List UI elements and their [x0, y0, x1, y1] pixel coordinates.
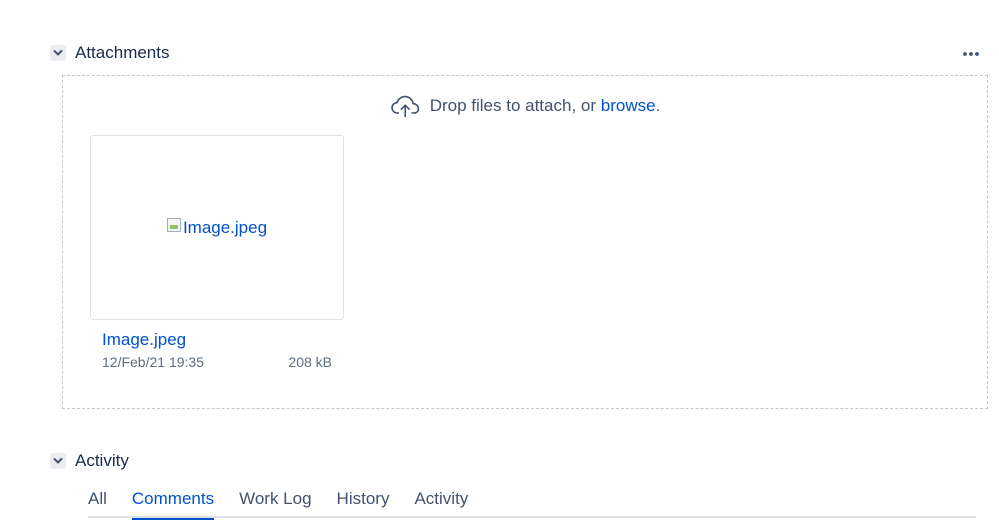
drop-prompt: Drop files to attach, or browse. [63, 94, 987, 118]
activity-section-toggle[interactable]: Activity [50, 451, 129, 471]
activity-tabs: All Comments Work Log History Activity [88, 486, 976, 520]
attachment-date: 12/Feb/21 19:35 [102, 354, 204, 370]
attachment-size: 208 kB [288, 354, 332, 370]
chevron-down-icon [50, 453, 66, 469]
chevron-down-icon [50, 45, 66, 61]
attachments-section-toggle[interactable]: Attachments [50, 43, 170, 63]
attachments-dropzone[interactable]: Drop files to attach, or browse. Image.j… [62, 75, 988, 409]
cloud-upload-icon [390, 94, 422, 118]
broken-image: Image.jpeg [166, 217, 268, 238]
more-horizontal-icon [962, 44, 980, 62]
activity-title: Activity [75, 451, 129, 470]
tab-activity[interactable]: Activity [414, 486, 468, 516]
attachment-meta: 12/Feb/21 19:35 208 kB [102, 354, 332, 370]
attachment-card: Image.jpeg Image.jpeg 12/Feb/21 19:35 20… [90, 135, 346, 370]
attachments-title: Attachments [75, 43, 170, 62]
drop-prompt-trailing: . [655, 96, 661, 115]
browse-link[interactable]: browse [601, 96, 656, 116]
drop-prompt-text: Drop files to attach, or [429, 96, 597, 115]
tab-work-log[interactable]: Work Log [239, 486, 311, 516]
broken-image-icon [166, 217, 181, 232]
tab-comments[interactable]: Comments [131, 486, 215, 520]
thumbnail-alt-text: Image.jpeg [182, 217, 268, 237]
tab-all[interactable]: All [88, 486, 107, 516]
attachments-more-button[interactable] [961, 44, 981, 62]
tab-history[interactable]: History [337, 486, 390, 516]
attachment-file-name-link[interactable]: Image.jpeg [102, 329, 346, 351]
issue-detail-page: Attachments Drop files to attach, or bro… [0, 0, 999, 527]
attachment-thumbnail[interactable]: Image.jpeg [90, 135, 344, 320]
